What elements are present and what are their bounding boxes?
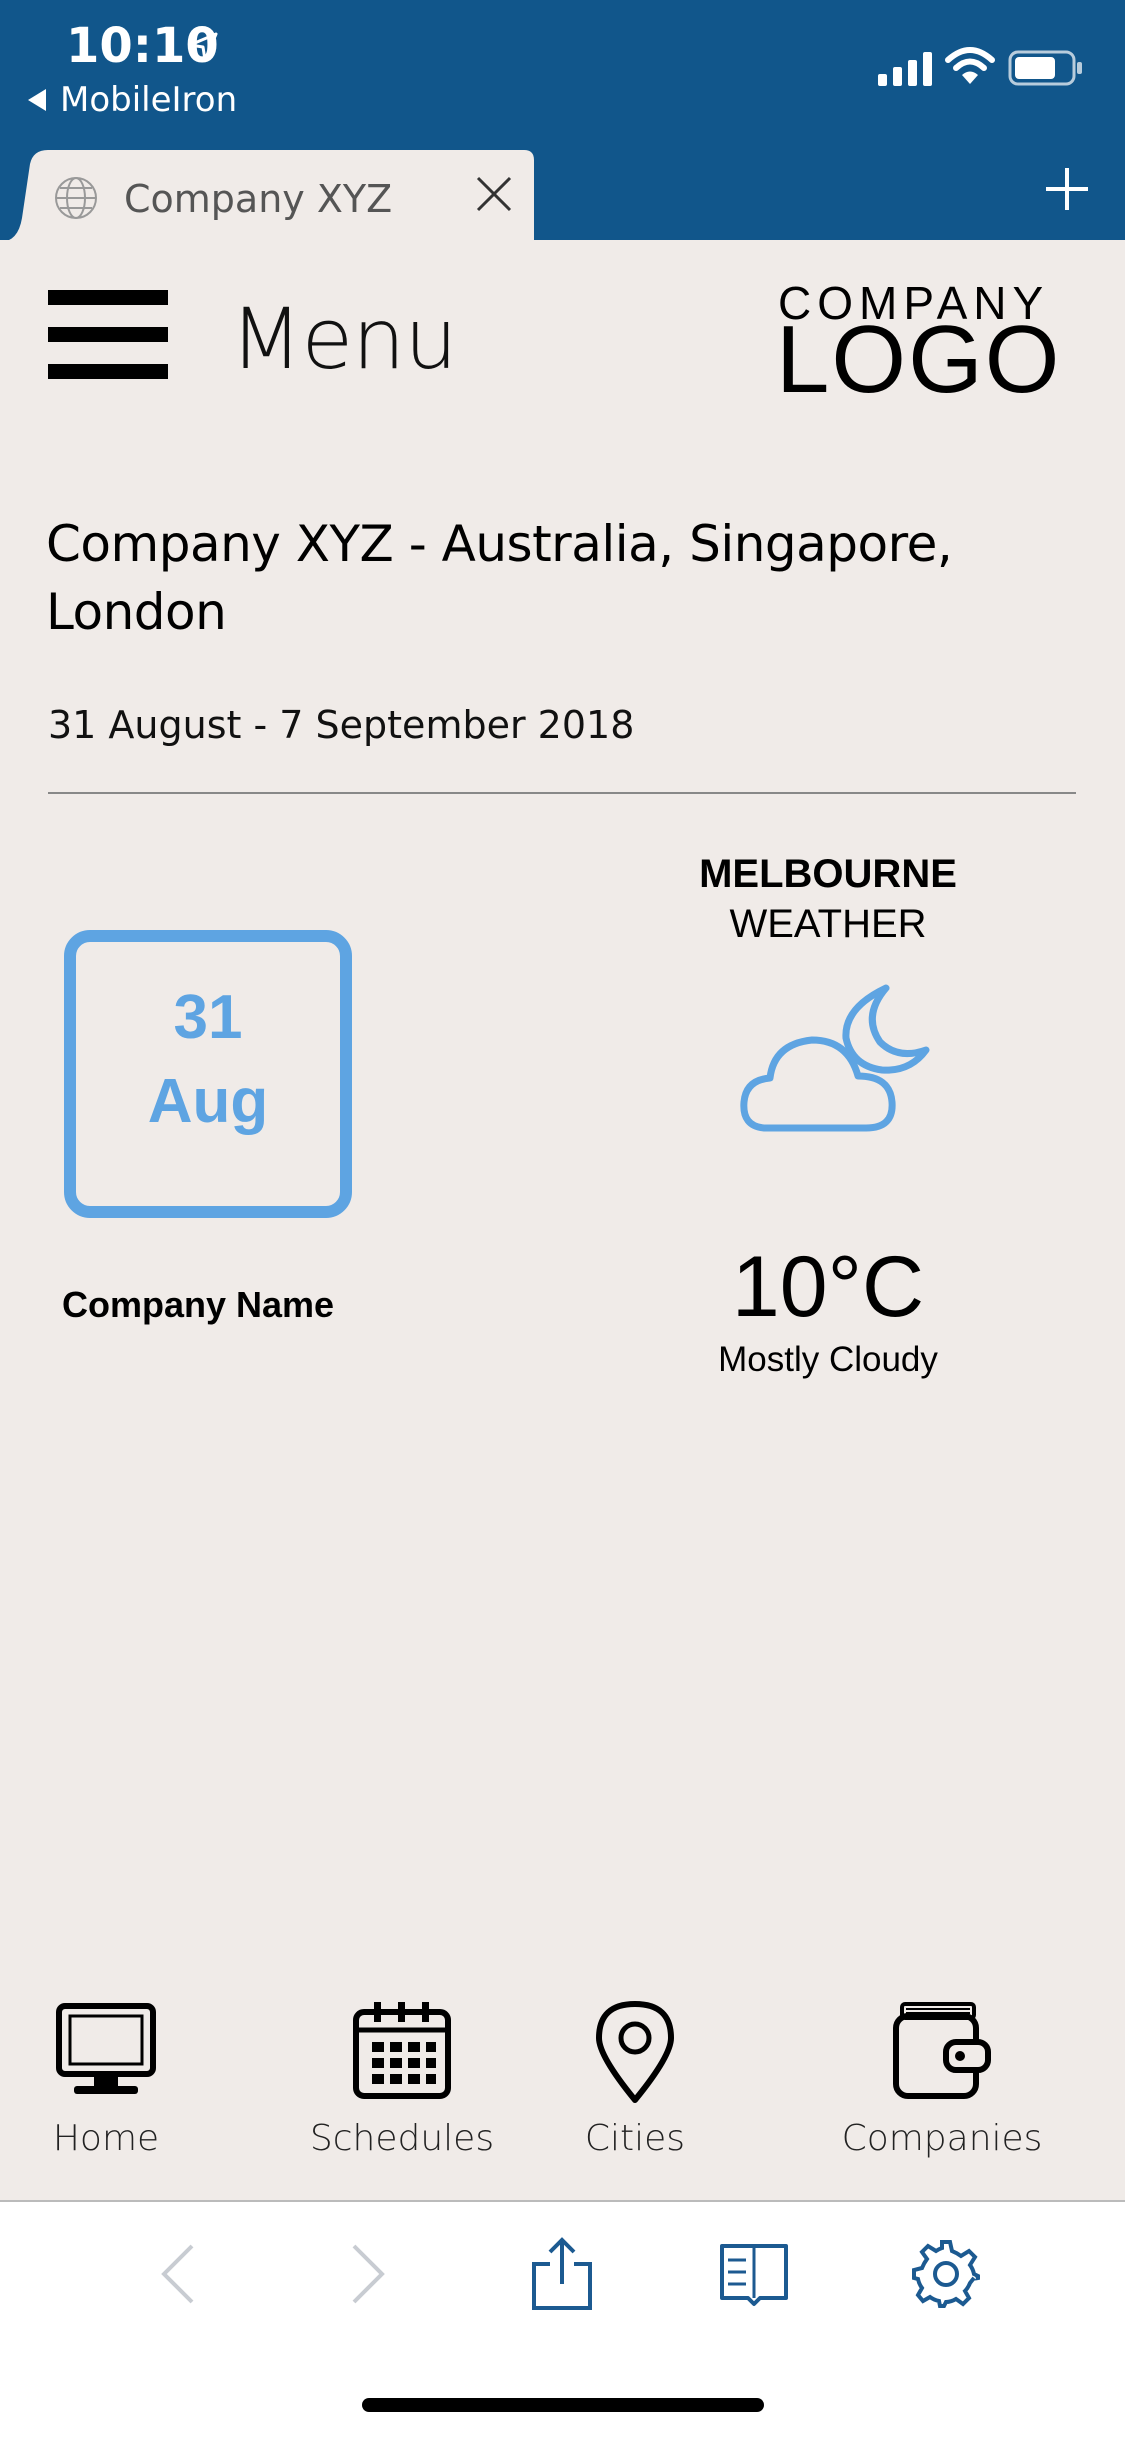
monitor-icon xyxy=(0,2000,226,2100)
wifi-icon xyxy=(945,46,995,91)
back-arrow-icon[interactable] xyxy=(138,2234,218,2314)
nav-item-companies[interactable]: Companies xyxy=(822,2000,1062,2170)
calendar-day: 31 xyxy=(173,983,243,1052)
calendar-icon xyxy=(282,2000,522,2100)
weather-condition: Mostly Cloudy xyxy=(718,1340,938,1379)
location-arrow-icon xyxy=(186,30,220,69)
company-name: Company Name xyxy=(62,1284,335,1325)
hamburger-menu-icon[interactable] xyxy=(48,290,168,382)
reader-icon[interactable] xyxy=(714,2234,794,2314)
date-range: 31 August - 7 September 2018 xyxy=(48,703,635,747)
back-app-label: MobileIron xyxy=(60,80,238,120)
nav-label-cities: Cities xyxy=(584,2118,686,2159)
back-triangle-icon xyxy=(28,89,46,111)
weather-label: WEATHER xyxy=(729,902,927,946)
weather-temperature: 10°C xyxy=(731,1239,925,1335)
plus-icon[interactable] xyxy=(1044,166,1090,217)
wallet-icon xyxy=(822,2000,1062,2100)
divider xyxy=(48,792,1076,794)
nav-label-companies: Companies xyxy=(841,2118,1043,2159)
back-to-app-button[interactable]: MobileIron xyxy=(28,80,237,120)
share-icon[interactable] xyxy=(522,2234,602,2314)
nav-item-schedules[interactable]: Schedules xyxy=(282,2000,522,2170)
battery-icon xyxy=(1008,50,1084,91)
settings-gear-icon[interactable] xyxy=(906,2234,986,2314)
calendar-month: Aug xyxy=(147,1067,269,1136)
nav-item-home[interactable]: Home xyxy=(0,2000,226,2170)
weather-city: MELBOURNE xyxy=(699,852,957,896)
tab-title: Company XYZ xyxy=(124,177,393,221)
nav-label-schedules: Schedules xyxy=(309,2118,495,2159)
close-icon[interactable] xyxy=(472,172,516,221)
map-pin-icon xyxy=(515,2000,755,2104)
page-title: Company XYZ - Australia, Singapore, Lond… xyxy=(46,515,953,641)
globe-icon xyxy=(52,174,100,227)
forward-arrow-icon[interactable] xyxy=(328,2234,408,2314)
company-logo-main: LOGO xyxy=(776,306,1062,413)
nav-label-home: Home xyxy=(52,2118,160,2159)
signal-icon xyxy=(878,52,934,91)
menu-label[interactable]: Menu xyxy=(230,290,458,388)
nav-item-cities[interactable]: Cities xyxy=(515,2000,755,2170)
home-indicator[interactable] xyxy=(362,2398,764,2412)
cloud-moon-icon xyxy=(740,980,940,1145)
